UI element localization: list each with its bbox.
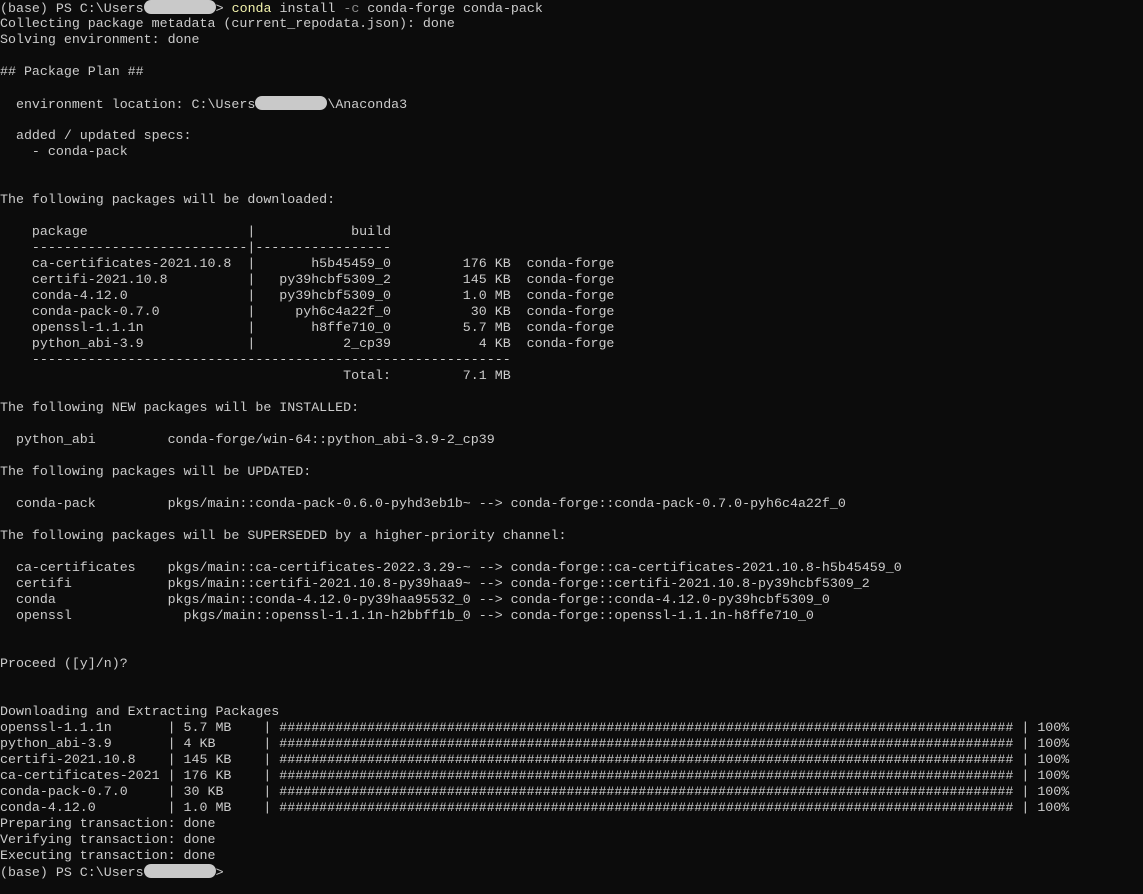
output-line: python_abi-3.9 | 4 KB | ################… <box>0 736 1070 751</box>
output-line: conda-pack-0.7.0 | pyh6c4a22f_0 30 KB co… <box>0 304 615 319</box>
output-line: certifi-2021.10.8 | py39hcbf5309_2 145 K… <box>0 272 615 287</box>
terminal-window[interactable]: (base) PS C:\Users > conda install -c con… <box>0 0 1143 894</box>
output-line: conda pkgs/main::conda-4.12.0-py39haa955… <box>0 592 830 607</box>
environment-location-line: environment location: C:\Users \Anaconda3 <box>0 96 407 112</box>
output-line: certifi-2021.10.8 | 145 KB | ###########… <box>0 752 1070 767</box>
output-line: openssl-1.1.1n | h8ffe710_0 5.7 MB conda… <box>0 320 615 335</box>
output-line: conda-pack-0.7.0 | 30 KB | #############… <box>0 784 1070 799</box>
output-line: Total: 7.1 MB <box>0 368 511 383</box>
output-line: openssl-1.1.1n | 5.7 MB | ##############… <box>0 720 1070 735</box>
output-line: ----------------------------------------… <box>0 352 511 367</box>
output-line: ## Package Plan ## <box>0 64 144 79</box>
prompt-prefix: (base) PS C:\Users <box>0 1 144 16</box>
redacted-username <box>143 0 216 14</box>
output-line: added / updated specs: <box>0 128 192 143</box>
redacted-username <box>255 96 328 110</box>
prompt-prefix: (base) PS C:\Users <box>0 865 144 880</box>
output-line: ca-certificates-2021.10.8 | h5b45459_0 1… <box>0 256 615 271</box>
command-flag: -c <box>343 1 360 16</box>
output-line: The following packages will be SUPERSEDE… <box>0 528 567 543</box>
output-line: python_abi-3.9 | 2_cp39 4 KB conda-forge <box>0 336 615 351</box>
output-line: ca-certificates-2021 | 176 KB | ########… <box>0 768 1070 783</box>
output-line: Proceed ([y]/n)? <box>0 656 128 671</box>
output-line: The following NEW packages will be INSTA… <box>0 400 360 415</box>
output-line: certifi pkgs/main::certifi-2021.10.8-py3… <box>0 576 870 591</box>
output-line: conda-pack pkgs/main::conda-pack-0.6.0-p… <box>0 496 846 511</box>
command-line: (base) PS C:\Users > conda install -c con… <box>0 0 543 16</box>
command-args: install <box>271 1 344 16</box>
output-line: openssl pkgs/main::openssl-1.1.1n-h2bbff… <box>0 608 814 623</box>
output-line: Solving environment: done <box>0 32 200 47</box>
command-args: conda-forge conda-pack <box>359 1 543 16</box>
output-line: - conda-pack <box>0 144 128 159</box>
env-location-prefix: environment location: C:\Users <box>0 97 256 112</box>
output-line: The following packages will be UPDATED: <box>0 464 312 479</box>
output-line: package | build <box>0 224 391 239</box>
output-line: python_abi conda-forge/win-64::python_ab… <box>0 432 495 447</box>
prompt-suffix: > <box>215 1 224 16</box>
command-name: conda <box>231 1 272 16</box>
output-line: Collecting package metadata (current_rep… <box>0 16 455 31</box>
output-line: conda-4.12.0 | 1.0 MB | ################… <box>0 800 1070 815</box>
output-line: ca-certificates pkgs/main::ca-certificat… <box>0 560 902 575</box>
prompt-suffix: > <box>215 865 224 880</box>
redacted-username <box>143 864 216 878</box>
output-line: Preparing transaction: done <box>0 816 216 831</box>
output-line: Downloading and Extracting Packages <box>0 704 280 719</box>
output-line: conda-4.12.0 | py39hcbf5309_0 1.0 MB con… <box>0 288 615 303</box>
output-line: ---------------------------|------------… <box>0 240 391 255</box>
final-prompt-line: (base) PS C:\Users > <box>0 864 224 880</box>
env-location-suffix: \Anaconda3 <box>327 97 408 112</box>
output-line: The following packages will be downloade… <box>0 192 336 207</box>
output-line: Verifying transaction: done <box>0 832 216 847</box>
output-line: Executing transaction: done <box>0 848 216 863</box>
